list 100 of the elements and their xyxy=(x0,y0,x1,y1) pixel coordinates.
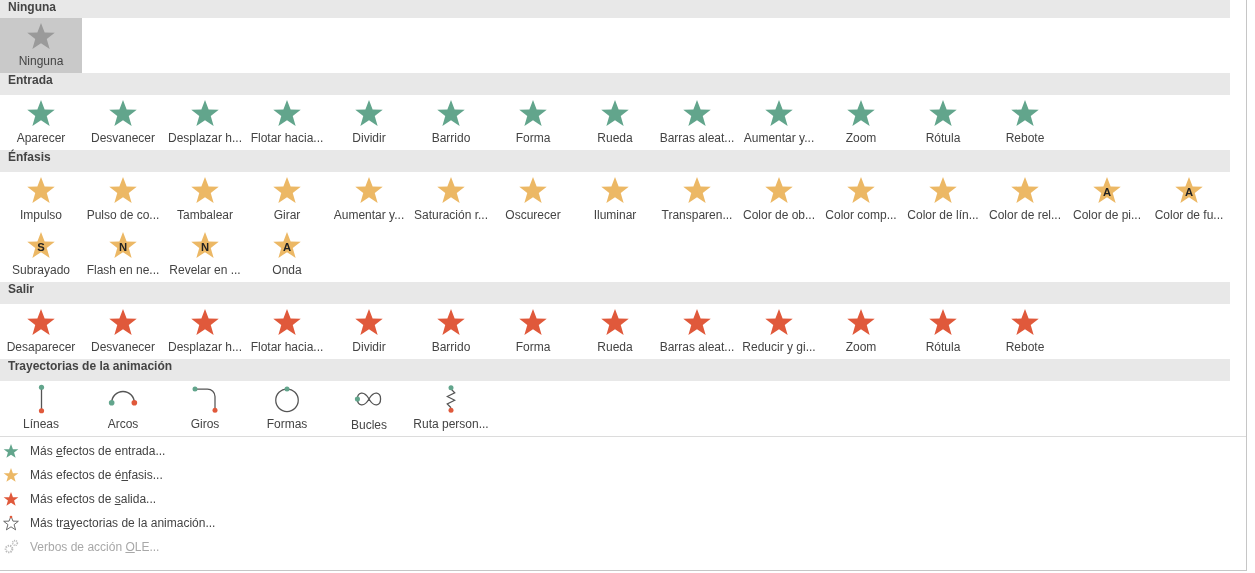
effect-item[interactable]: Ruta person... xyxy=(410,381,492,436)
menu-item[interactable]: Más trayectorias de la animación... xyxy=(0,511,1246,535)
star-icon xyxy=(108,307,138,337)
effect-item[interactable]: Bucles xyxy=(328,381,410,436)
effect-item[interactable]: Zoom xyxy=(820,95,902,150)
star-icon xyxy=(682,98,712,128)
section-header: Trayectorias de la animación xyxy=(0,359,1230,381)
effect-item[interactable]: Pulso de co... xyxy=(82,172,164,227)
effect-item[interactable]: Aparecer xyxy=(0,95,82,150)
star-icon xyxy=(518,175,548,205)
star-icon xyxy=(518,98,548,128)
effect-item[interactable]: Barrido xyxy=(410,95,492,150)
star-icon xyxy=(600,98,630,128)
effect-item[interactable]: Dividir xyxy=(328,95,410,150)
effect-item[interactable]: N Revelar en ... xyxy=(164,227,246,282)
effect-item[interactable]: Barras aleat... xyxy=(656,95,738,150)
effect-item[interactable]: Girar xyxy=(246,172,328,227)
effect-item[interactable]: Oscurecer xyxy=(492,172,574,227)
circle-path-icon xyxy=(272,384,302,414)
star-icon: N xyxy=(190,230,220,260)
star-icon xyxy=(1010,307,1040,337)
menu-item[interactable]: Más efectos de énfasis... xyxy=(0,463,1246,487)
effect-item[interactable]: Impulso xyxy=(0,172,82,227)
star-icon xyxy=(600,307,630,337)
star-icon xyxy=(928,175,958,205)
star-icon xyxy=(764,307,794,337)
effect-item[interactable]: Iluminar xyxy=(574,172,656,227)
effect-item[interactable]: Forma xyxy=(492,95,574,150)
effect-item[interactable]: Color comp... xyxy=(820,172,902,227)
effect-item[interactable]: Rebote xyxy=(984,304,1066,359)
star-icon xyxy=(1010,98,1040,128)
effect-item[interactable]: Desplazar h... xyxy=(164,95,246,150)
section-header: Salir xyxy=(0,282,1230,304)
effect-item[interactable]: Rueda xyxy=(574,304,656,359)
gear-icon xyxy=(3,539,19,555)
effect-item[interactable]: Líneas xyxy=(0,381,82,436)
zigzag-path-icon xyxy=(446,384,456,414)
menu-item[interactable]: Más efectos de salida... xyxy=(0,487,1246,511)
star-icon xyxy=(682,175,712,205)
section-header: Énfasis xyxy=(0,150,1230,172)
effect-item[interactable]: Zoom xyxy=(820,304,902,359)
star-icon xyxy=(26,21,56,51)
menu-item[interactable]: Más efectos de entrada... xyxy=(0,439,1246,463)
effect-item[interactable]: S Subrayado xyxy=(0,227,82,282)
star-icon xyxy=(600,175,630,205)
effect-item[interactable]: Rueda xyxy=(574,95,656,150)
effect-item[interactable]: Flotar hacia... xyxy=(246,304,328,359)
effect-item[interactable]: Desplazar h... xyxy=(164,304,246,359)
effect-item[interactable]: Forma xyxy=(492,304,574,359)
effect-item[interactable]: Arcos xyxy=(82,381,164,436)
star-icon xyxy=(26,307,56,337)
effect-item[interactable]: Formas xyxy=(246,381,328,436)
effect-item[interactable]: Barrido xyxy=(410,304,492,359)
star-icon xyxy=(846,307,876,337)
effect-item[interactable]: Barras aleat... xyxy=(656,304,738,359)
effect-item[interactable]: Desvanecer xyxy=(82,304,164,359)
effect-item[interactable]: Transparen... xyxy=(656,172,738,227)
turn-path-icon xyxy=(190,384,220,414)
effect-item[interactable]: Desaparecer xyxy=(0,304,82,359)
effect-item[interactable]: A Onda xyxy=(246,227,328,282)
effect-item[interactable]: Saturación r... xyxy=(410,172,492,227)
effect-item[interactable]: Flotar hacia... xyxy=(246,95,328,150)
effect-item[interactable]: Ninguna xyxy=(0,18,82,73)
star-icon xyxy=(26,98,56,128)
star-icon xyxy=(3,443,19,459)
star-icon: A xyxy=(1092,175,1122,205)
effect-item[interactable]: Rótula xyxy=(902,95,984,150)
star-icon xyxy=(190,175,220,205)
effect-item[interactable]: Rebote xyxy=(984,95,1066,150)
section-header: Ninguna xyxy=(0,0,1230,18)
star-icon xyxy=(354,307,384,337)
star-icon xyxy=(190,307,220,337)
star-icon xyxy=(764,98,794,128)
effect-item[interactable]: Tambalear xyxy=(164,172,246,227)
effect-item[interactable]: Color de ob... xyxy=(738,172,820,227)
star-icon xyxy=(26,175,56,205)
star-icon xyxy=(272,307,302,337)
effect-item[interactable]: Rótula xyxy=(902,304,984,359)
star-icon xyxy=(436,98,466,128)
arc-path-icon xyxy=(108,390,138,407)
effect-item[interactable]: Aumentar y... xyxy=(738,95,820,150)
effect-item[interactable]: N Flash en ne... xyxy=(82,227,164,282)
effect-item[interactable]: Dividir xyxy=(328,304,410,359)
star-icon xyxy=(272,175,302,205)
star-icon xyxy=(3,467,19,483)
effect-item[interactable]: A Color de pi... xyxy=(1066,172,1148,227)
effect-item[interactable]: Giros xyxy=(164,381,246,436)
effect-item[interactable]: Reducir y gi... xyxy=(738,304,820,359)
effect-item[interactable]: Color de rel... xyxy=(984,172,1066,227)
star-icon xyxy=(682,307,712,337)
star-icon xyxy=(272,98,302,128)
star-icon xyxy=(764,175,794,205)
effect-item[interactable]: A Color de fu... xyxy=(1148,172,1230,227)
star-icon xyxy=(354,98,384,128)
loop-path-icon xyxy=(354,390,384,408)
effect-item[interactable]: Desvanecer xyxy=(82,95,164,150)
section-header: Entrada xyxy=(0,73,1230,95)
effect-item[interactable]: Aumentar y... xyxy=(328,172,410,227)
star-icon xyxy=(436,307,466,337)
effect-item[interactable]: Color de lín... xyxy=(902,172,984,227)
